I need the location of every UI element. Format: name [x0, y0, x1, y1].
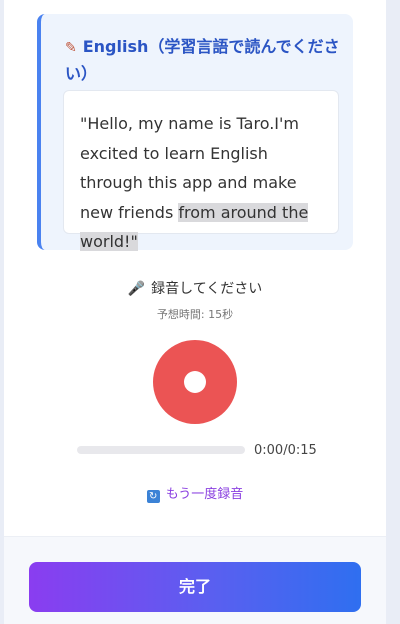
- reading-prompt: ✎ English（学習言語で読んでください） "Hello, my name i…: [37, 14, 355, 251]
- microphone-icon: 🎤: [127, 281, 146, 297]
- playback-progress-bar[interactable]: [77, 446, 245, 454]
- record-button[interactable]: [153, 340, 237, 424]
- pencil-memo-icon: ✎: [65, 40, 77, 56]
- prompt-title-text: English（学習言語で読んでください）: [65, 37, 340, 83]
- re-record-label: もう一度録音: [165, 487, 244, 502]
- prompt-text-card: "Hello, my name is Taro.I'm excited to l…: [63, 90, 339, 251]
- estimated-time: 予想時間: 15秒: [156, 308, 234, 321]
- record-dot-icon: [184, 371, 206, 393]
- repeat-icon: ↻: [146, 490, 160, 503]
- done-button[interactable]: 完了: [29, 562, 361, 612]
- prompt-title: ✎ English（学習言語で読んでください）: [65, 34, 355, 87]
- re-record-link[interactable]: ↻ もう一度録音: [0, 483, 390, 503]
- time-readout: 0:00/0:15: [254, 443, 317, 458]
- record-instruction-text: 録音してください: [151, 281, 263, 297]
- record-instruction: 🎤 録音してください: [0, 278, 390, 298]
